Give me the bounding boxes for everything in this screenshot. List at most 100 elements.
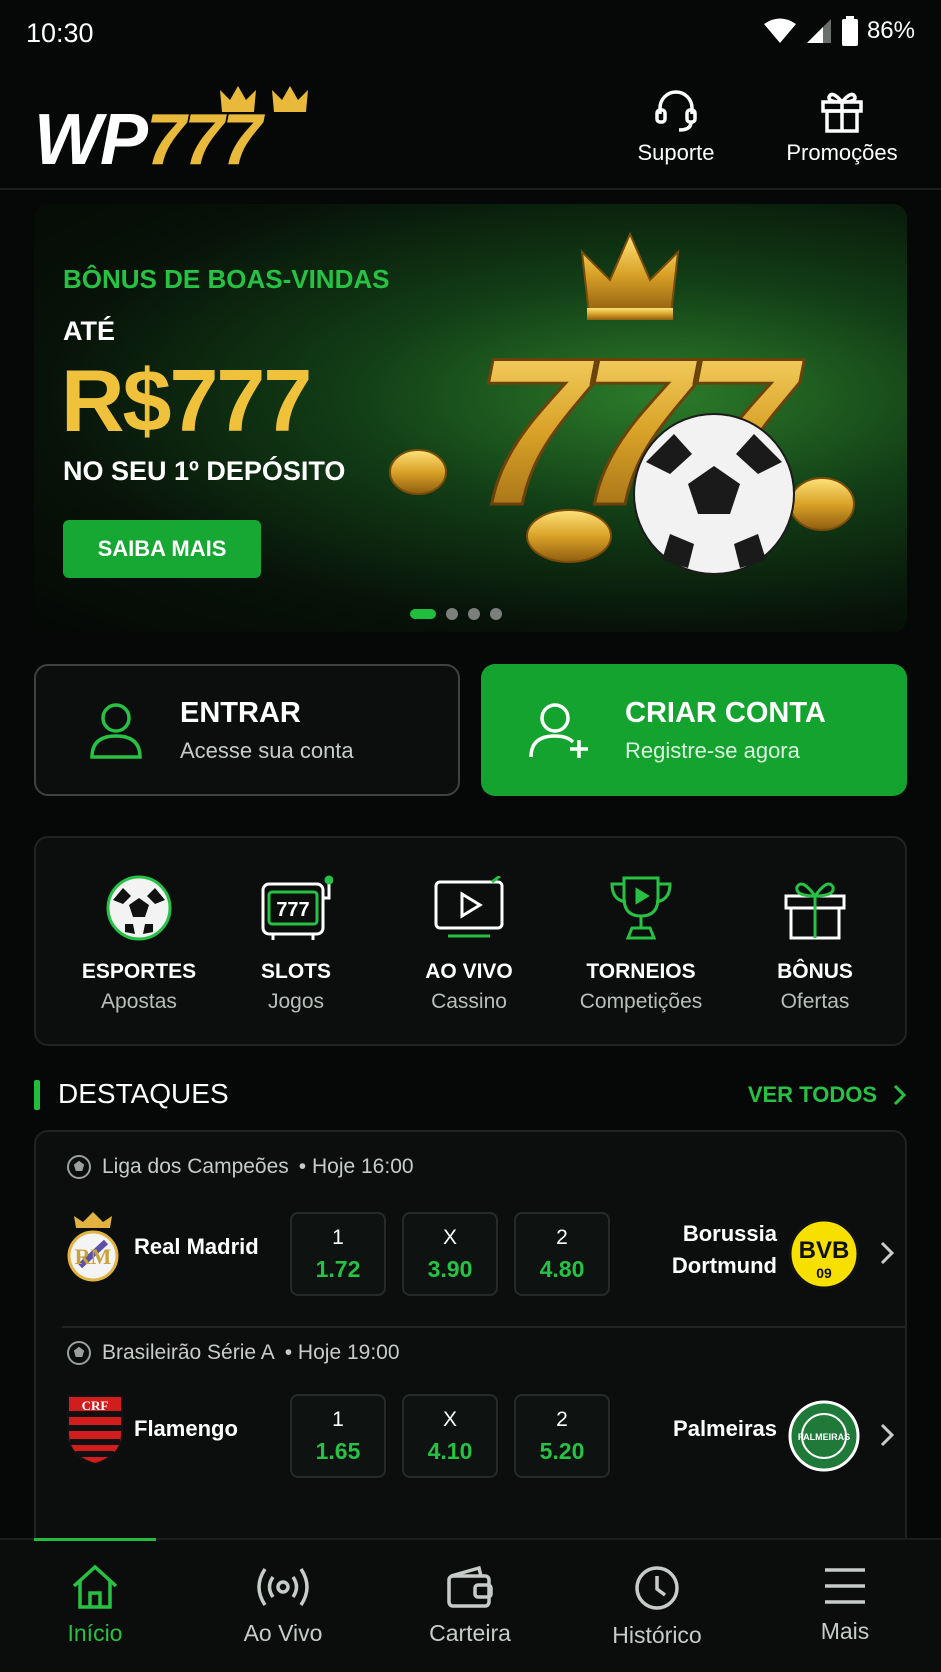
away-team: Borussia Dortmund [671,1221,777,1278]
battery-percent: 86% [866,17,915,44]
svg-text:BVB: BVB [799,1237,850,1264]
category-sub: Ofertas [780,990,850,1013]
logo-777: 777 [145,100,262,180]
carousel-dot[interactable] [410,609,436,619]
flamengo-crest-icon: CRF [67,1395,123,1466]
signup-title: CRIAR CONTA [625,696,826,729]
odd-draw[interactable]: X 4.10 [402,1394,498,1478]
soccer-ball-icon [106,875,172,941]
live-video-icon [434,876,504,938]
home-team: Flamengo [134,1416,238,1441]
banner-up-to: ATÉ [63,316,115,346]
user-icon [90,703,142,759]
support-button[interactable]: Suporte [626,86,726,166]
nav-live[interactable]: Ao Vivo [208,1564,358,1647]
chevron-right-icon[interactable] [879,1422,895,1448]
nav-label: Início [67,1620,123,1646]
category-title: ESPORTES [81,960,197,983]
svg-text:PALMEIRAS: PALMEIRAS [798,1432,850,1442]
category-tournaments[interactable]: TORNEIOS Competições [556,872,726,1014]
home-icon [72,1564,118,1609]
carousel-dot[interactable] [490,608,502,620]
gift-icon [784,882,846,940]
soccer-ball-icon [67,1155,91,1179]
promotions-label: Promoções [786,140,898,165]
carousel-dot[interactable] [468,608,480,620]
banner-kicker: BÔNUS DE BOAS-VINDAS [63,264,390,294]
league-name: Liga dos Campeões [102,1155,289,1178]
odd-away[interactable]: 2 5.20 [514,1394,610,1478]
trophy-icon [610,876,672,940]
soccer-ball-icon [67,1341,91,1365]
add-user-icon [529,703,588,758]
category-live[interactable]: AO VIVO Cassino [384,872,554,1014]
promo-banner[interactable]: 777 BÔNUS DE BOAS-VINDAS ATÉ R$777 NO SE… [34,204,907,632]
promotions-button[interactable]: Promoções [782,86,902,166]
app-header: WP777 Suporte Promoções [0,68,941,190]
saiba-mais-button[interactable]: SAIBA MAIS [63,520,261,578]
highlights-title: DESTAQUES [58,1078,229,1109]
match-row[interactable]: Liga dos Campeões • Hoje 16:00 RM Real M… [36,1132,905,1328]
svg-text:777: 777 [276,899,309,921]
match-row[interactable]: Brasileirão Série A • Hoje 19:00 CRF Fla… [36,1328,905,1524]
support-label: Suporte [637,140,715,165]
status-icons: 86% [763,16,915,46]
nav-home[interactable]: Início [20,1564,170,1647]
matches-list: Liga dos Campeões • Hoje 16:00 RM Real M… [34,1130,907,1550]
status-time: 10:30 [26,18,94,48]
wallet-icon [447,1565,493,1608]
chevron-right-icon[interactable] [879,1240,895,1266]
category-title: BÔNUS [777,960,853,983]
category-sub: Apostas [101,990,177,1013]
banner-amount: R$777 [61,351,312,450]
section-accent-bar [34,1080,40,1110]
svg-text:CRF: CRF [82,1398,109,1413]
gift-icon [821,92,863,133]
brand-logo[interactable]: WP777 [34,104,262,176]
wifi-icon [763,18,796,43]
nav-label: Mais [820,1618,870,1644]
match-league: Brasileirão Série A • Hoje 19:00 [66,1340,400,1366]
nav-label: Carteira [429,1620,511,1646]
category-sports[interactable]: ESPORTES Apostas [54,872,224,1014]
menu-icon [825,1568,865,1604]
status-bar: 10:30 86% [0,0,941,68]
nav-history[interactable]: Histórico [582,1564,732,1649]
odd-draw[interactable]: X 3.90 [402,1212,498,1296]
signal-icon [806,19,831,43]
headset-icon [655,90,697,132]
highlights-header: DESTAQUES VER TODOS [34,1076,907,1116]
nav-label: Histórico [612,1622,702,1648]
banner-artwork: 777 [389,231,855,575]
bvb-crest-icon: BVB 09 [788,1218,860,1290]
login-button[interactable]: ENTRAR Acesse sua conta [34,664,460,796]
odd-home[interactable]: 1 1.65 [290,1394,386,1478]
category-bonus[interactable]: BÔNUS Ofertas [730,872,900,1014]
clock-icon [635,1566,679,1610]
see-all-label: VER TODOS [747,1082,877,1107]
svg-text:RM: RM [75,1244,112,1269]
odd-away[interactable]: 2 4.80 [514,1212,610,1296]
match-time: • Hoje 16:00 [298,1155,414,1178]
match-league: Liga dos Campeões • Hoje 16:00 [66,1154,414,1180]
nav-more[interactable]: Mais [770,1564,920,1645]
signup-button[interactable]: CRIAR CONTA Registre-se agora [481,664,907,796]
see-all-link[interactable]: VER TODOS [748,1082,907,1108]
match-time: • Hoje 19:00 [284,1341,400,1364]
carousel-dot[interactable] [446,608,458,620]
nav-label: Ao Vivo [243,1620,323,1646]
league-name: Brasileirão Série A [102,1341,275,1364]
odd-home[interactable]: 1 1.72 [290,1212,386,1296]
broadcast-icon [257,1568,309,1606]
svg-text:09: 09 [816,1265,832,1281]
category-title: TORNEIOS [586,960,696,983]
logo-wp: WP [34,100,148,180]
category-slots[interactable]: 777 SLOTS Jogos [211,872,381,1014]
nav-wallet[interactable]: Carteira [395,1564,545,1647]
category-sub: Cassino [431,990,507,1013]
category-sub: Jogos [267,990,325,1013]
login-subtitle: Acesse sua conta [180,737,354,763]
signup-subtitle: Registre-se agora [625,737,800,763]
home-team: Real Madrid [134,1234,259,1259]
login-title: ENTRAR [180,696,301,729]
